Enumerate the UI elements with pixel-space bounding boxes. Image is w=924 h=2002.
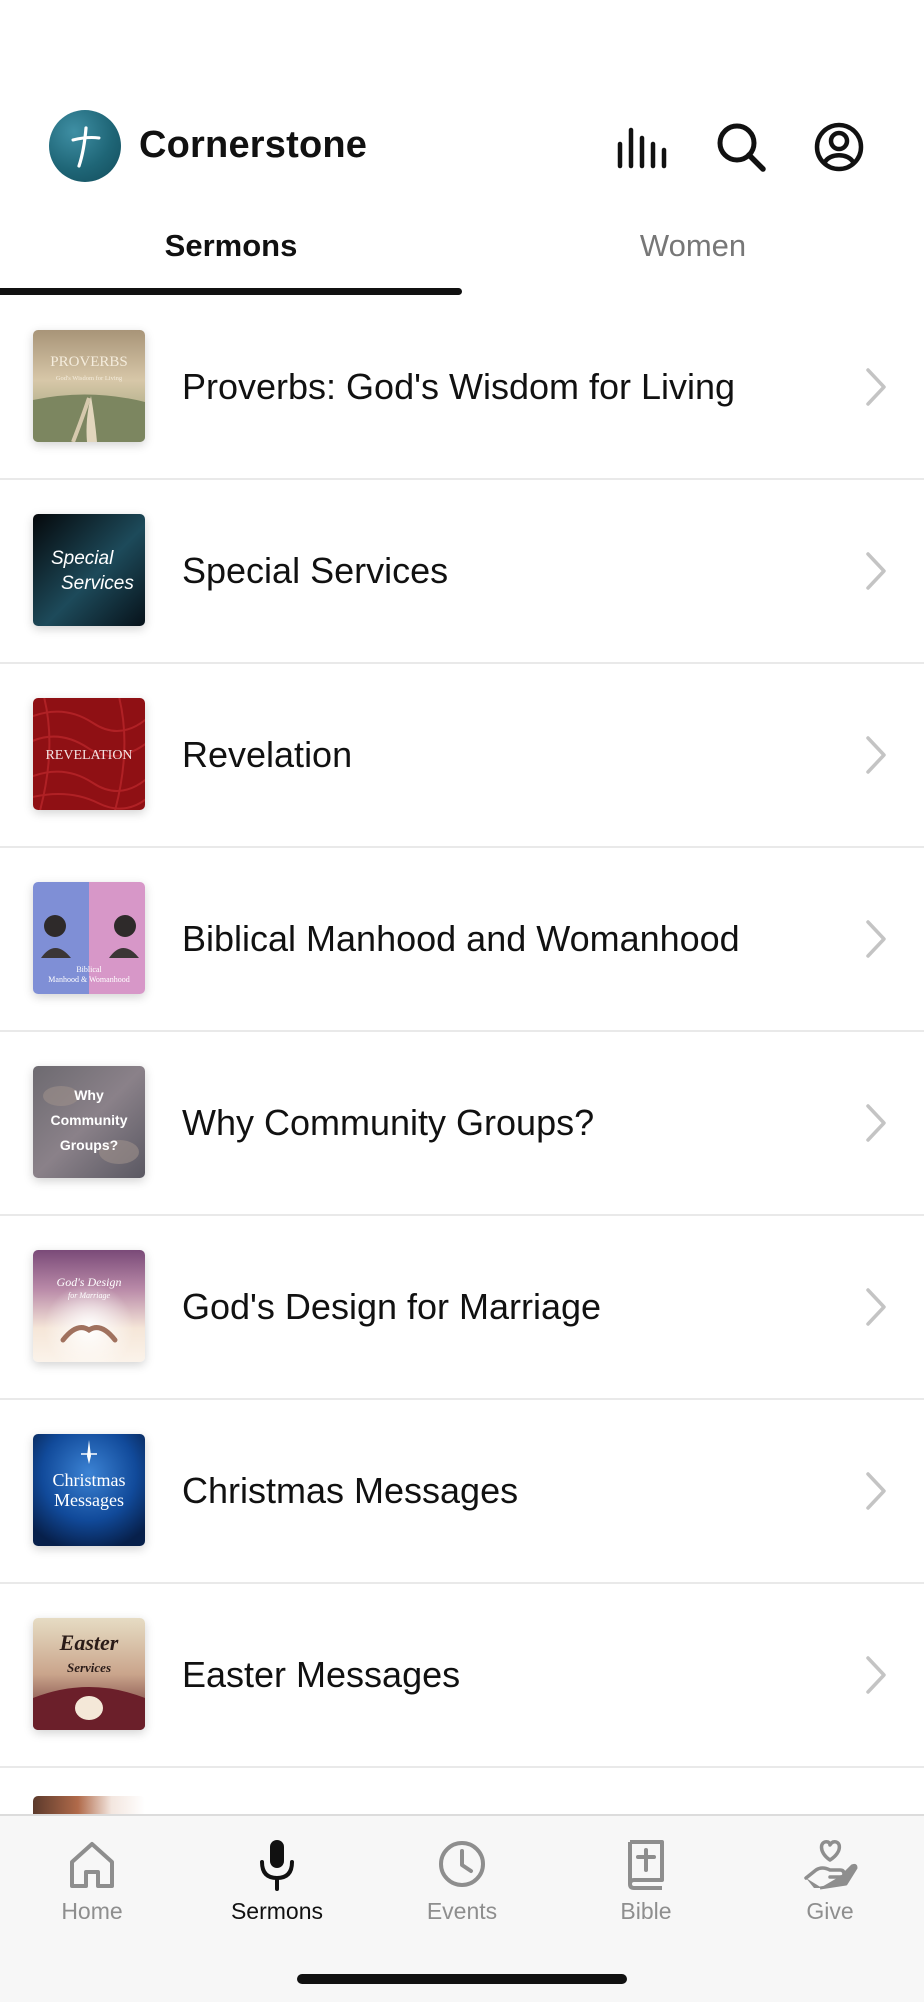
svg-text:Why: Why bbox=[74, 1087, 104, 1103]
nav-events[interactable]: Events bbox=[370, 1816, 554, 1946]
tab-women[interactable]: Women bbox=[462, 220, 924, 296]
give-hand-heart-icon bbox=[804, 1840, 858, 1890]
series-title: Proverbs: God's Wisdom for Living bbox=[182, 366, 736, 407]
list-item[interactable]: Christmas Messages Christmas Messages bbox=[0, 1400, 924, 1584]
svg-text:Community: Community bbox=[51, 1112, 128, 1128]
series-title: Christmas Messages bbox=[182, 1470, 519, 1511]
nav-sermons[interactable]: Sermons bbox=[185, 1816, 369, 1946]
active-tab-indicator bbox=[0, 288, 462, 295]
series-thumbnail: God's Design for Marriage bbox=[33, 1250, 145, 1362]
chevron-right-icon bbox=[866, 736, 886, 774]
svg-text:REVELATION: REVELATION bbox=[45, 748, 132, 763]
series-thumbnail: Biblical Manhood & Womanhood bbox=[33, 882, 145, 994]
sermon-series-list: PROVERBS God's Wisdom for Living Proverb… bbox=[0, 296, 924, 1768]
app-title: Cornerstone bbox=[139, 124, 368, 166]
bottom-tab-bar: Home Sermons Events Bible Give bbox=[0, 1814, 924, 2002]
clock-icon bbox=[439, 1841, 485, 1887]
bible-icon bbox=[628, 1840, 664, 1890]
list-item[interactable]: God's Design for Marriage God's Design f… bbox=[0, 1216, 924, 1400]
svg-text:Biblical: Biblical bbox=[76, 965, 102, 974]
nav-label: Home bbox=[61, 1898, 123, 1924]
series-thumbnail-partial bbox=[33, 1796, 145, 1816]
tab-sermons[interactable]: Sermons bbox=[0, 220, 462, 296]
app-header: Cornerstone bbox=[0, 0, 924, 230]
list-item[interactable]: REVELATION Revelation bbox=[0, 664, 924, 848]
nav-label: Bible bbox=[620, 1898, 672, 1924]
series-thumbnail: Special Services bbox=[33, 514, 145, 626]
nav-label: Give bbox=[806, 1898, 854, 1924]
list-item[interactable]: Easter Services Easter Messages bbox=[0, 1584, 924, 1768]
series-title: Why Community Groups? bbox=[182, 1102, 595, 1143]
svg-text:for Marriage: for Marriage bbox=[68, 1291, 110, 1300]
svg-text:Groups?: Groups? bbox=[60, 1137, 118, 1153]
home-icon bbox=[70, 1842, 114, 1888]
series-title: God's Design for Marriage bbox=[182, 1286, 602, 1327]
svg-text:God's Design: God's Design bbox=[57, 1275, 122, 1289]
list-item[interactable]: Why Community Groups? Why Community Grou… bbox=[0, 1032, 924, 1216]
series-title: Easter Messages bbox=[182, 1654, 461, 1695]
chevron-right-icon bbox=[866, 1104, 886, 1142]
chevron-right-icon bbox=[866, 1472, 886, 1510]
series-title: Special Services bbox=[182, 550, 449, 591]
list-item[interactable]: PROVERBS God's Wisdom for Living Proverb… bbox=[0, 296, 924, 480]
now-playing-icon[interactable] bbox=[614, 120, 668, 174]
svg-text:Messages: Messages bbox=[54, 1490, 124, 1510]
nav-home[interactable]: Home bbox=[0, 1816, 184, 1946]
chevron-right-icon bbox=[866, 552, 886, 590]
search-icon[interactable] bbox=[714, 120, 768, 174]
svg-text:Special: Special bbox=[51, 548, 114, 569]
svg-text:PROVERBS: PROVERBS bbox=[50, 354, 128, 370]
chevron-right-icon bbox=[866, 920, 886, 958]
list-item[interactable]: Biblical Manhood & Womanhood Biblical Ma… bbox=[0, 848, 924, 1032]
series-title: Revelation bbox=[182, 734, 353, 775]
account-icon[interactable] bbox=[812, 120, 866, 174]
chevron-right-icon bbox=[866, 368, 886, 406]
chevron-right-icon bbox=[866, 1656, 886, 1694]
series-title: Biblical Manhood and Womanhood bbox=[182, 918, 740, 959]
list-item[interactable]: Special Services Special Services bbox=[0, 480, 924, 664]
svg-text:Manhood & Womanhood: Manhood & Womanhood bbox=[48, 975, 129, 984]
cross-icon bbox=[71, 126, 101, 168]
series-thumbnail: REVELATION bbox=[33, 698, 145, 810]
svg-text:Services: Services bbox=[61, 573, 134, 594]
home-indicator[interactable] bbox=[297, 1974, 627, 1984]
series-thumbnail: Easter Services bbox=[33, 1618, 145, 1730]
nav-give[interactable]: Give bbox=[738, 1816, 922, 1946]
series-thumbnail: PROVERBS God's Wisdom for Living bbox=[33, 330, 145, 442]
nav-bible[interactable]: Bible bbox=[554, 1816, 738, 1946]
series-thumbnail: Why Community Groups? bbox=[33, 1066, 145, 1178]
nav-label: Events bbox=[426, 1898, 498, 1924]
svg-text:Services: Services bbox=[67, 1660, 111, 1675]
nav-label: Sermons bbox=[230, 1898, 324, 1924]
tab-bar: Sermons Women bbox=[0, 220, 924, 296]
chevron-right-icon bbox=[866, 1288, 886, 1326]
svg-text:God's Wisdom for Living: God's Wisdom for Living bbox=[56, 375, 123, 382]
svg-text:Easter: Easter bbox=[59, 1630, 119, 1655]
svg-text:Christmas: Christmas bbox=[52, 1470, 125, 1490]
church-logo[interactable] bbox=[49, 110, 121, 182]
microphone-icon bbox=[260, 1840, 294, 1891]
series-thumbnail: Christmas Messages bbox=[33, 1434, 145, 1546]
